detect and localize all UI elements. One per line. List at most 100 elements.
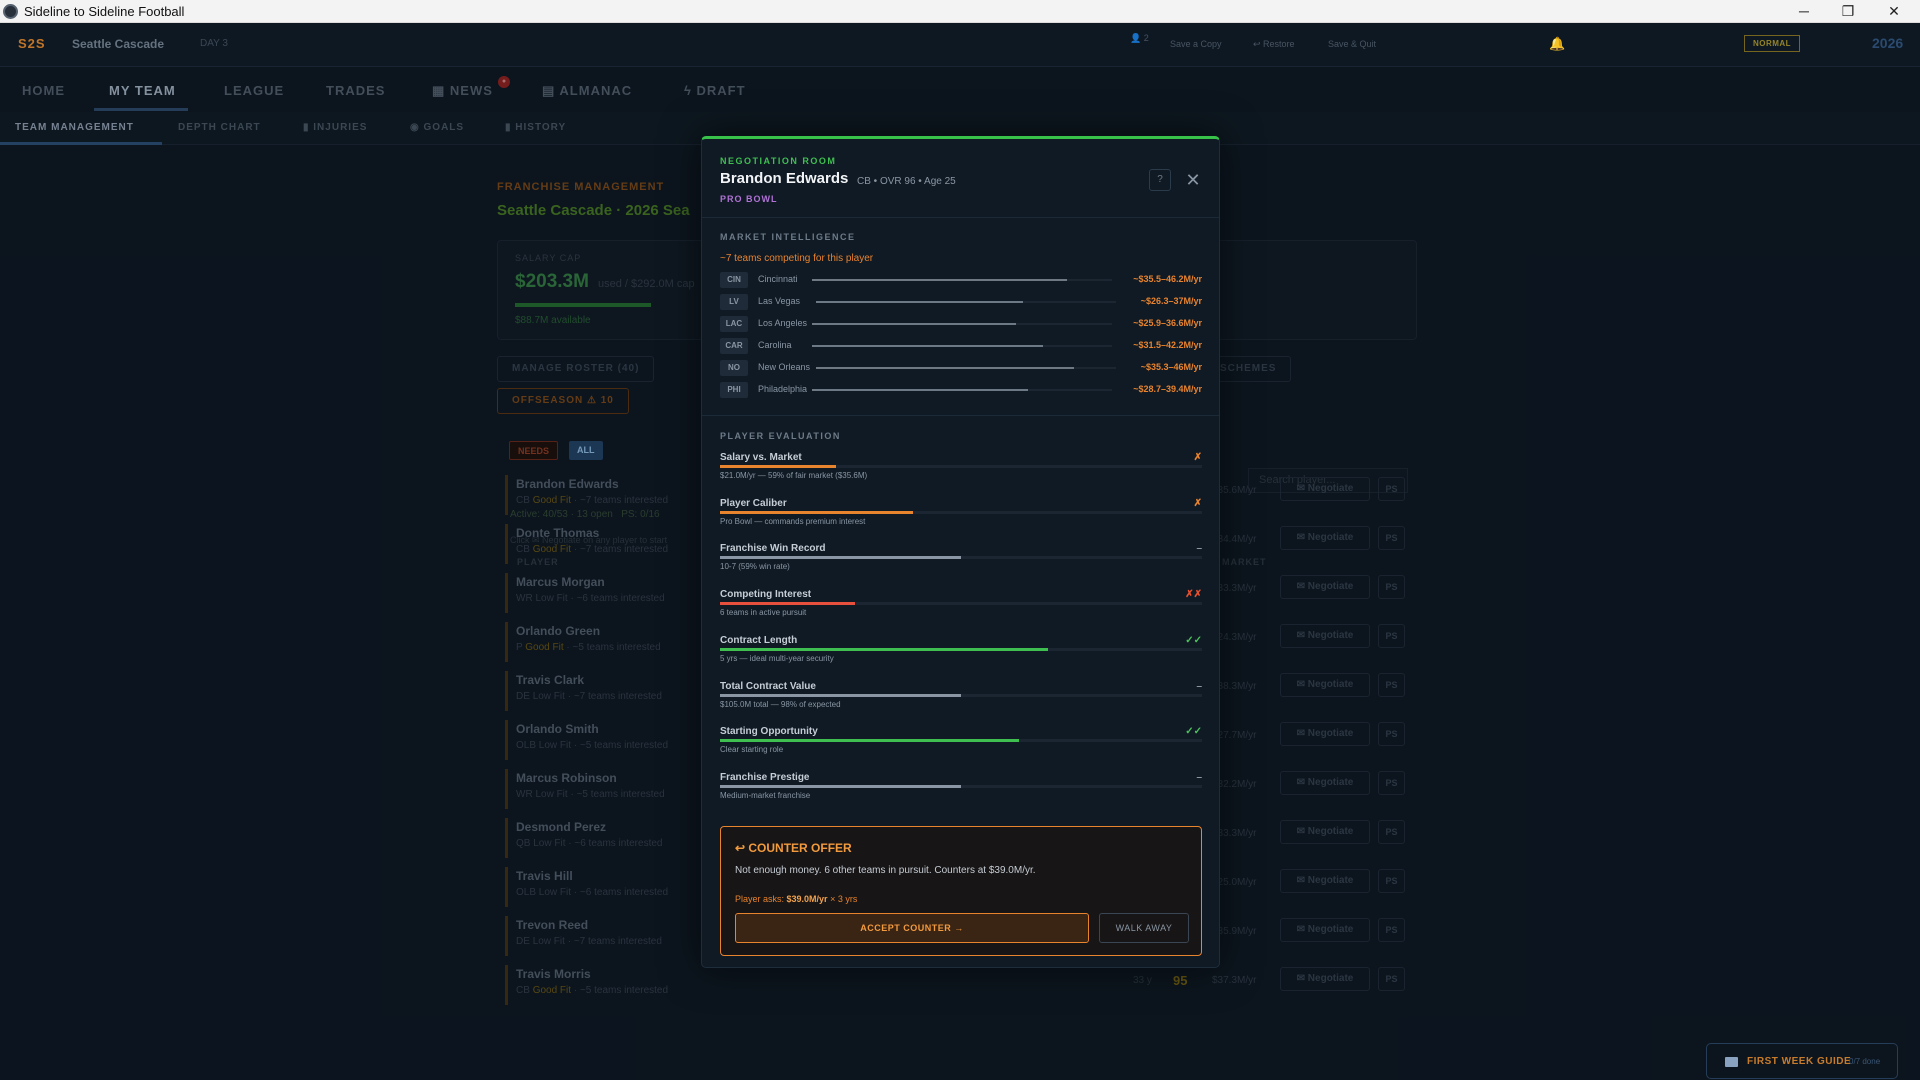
evaluation-mark: ✓✓ xyxy=(1185,726,1202,738)
offer-range: ~$31.5–42.2M/yr xyxy=(1133,340,1202,350)
evaluation-row: Competing Interest ✗✗ 6 teams in active pu… xyxy=(720,589,1202,629)
offer-range: ~$26.3–37M/yr xyxy=(1140,296,1202,306)
evaluation-fill xyxy=(720,556,961,560)
team-abbr: CAR xyxy=(720,338,748,354)
evaluation-mark: – xyxy=(1196,543,1202,555)
evaluation-mark: – xyxy=(1196,771,1202,783)
app-icon xyxy=(3,3,18,19)
evaluation-note: 5 yrs — ideal multi-year security xyxy=(720,653,834,663)
interest-track xyxy=(812,323,1112,325)
player-details: CB • OVR 96 • Age 25 xyxy=(857,176,956,187)
evaluation-mark: – xyxy=(1196,680,1202,692)
window-titlebar: Sideline to Sideline Football ─ ❐ ✕ xyxy=(0,0,1920,23)
offer-range: ~$35.3–46M/yr xyxy=(1140,362,1202,372)
counter-offer-text: Not enough money. 6 other teams in pursu… xyxy=(735,865,1036,876)
evaluation-track xyxy=(720,739,1202,743)
evaluation-label: Franchise Win Record xyxy=(720,543,826,555)
evaluation-track xyxy=(720,647,1202,651)
interest-fill xyxy=(812,323,1016,325)
interest-track xyxy=(812,279,1112,281)
team-interest-row: CIN Cincinnati ~$35.5–46.2M/yr xyxy=(720,272,1202,288)
team-city: New Orleans xyxy=(758,362,811,372)
team-city: Carolina xyxy=(758,340,792,350)
team-interest-row: LAC Los Angeles ~$25.9–36.6M/yr xyxy=(720,316,1202,332)
evaluation-row: Contract Length ✓✓ 5 yrs — ideal multi-yea… xyxy=(720,635,1202,675)
evaluation-note: 10-7 (59% win rate) xyxy=(720,562,790,572)
walk-away-button[interactable]: WALK AWAY xyxy=(1099,913,1189,943)
minimize-button[interactable]: ─ xyxy=(1782,0,1826,22)
evaluation-fill xyxy=(720,510,913,514)
evaluation-note: Clear starting role xyxy=(720,745,784,755)
ask-prefix: Player asks: xyxy=(735,894,787,904)
evaluation-fill xyxy=(720,693,961,697)
evaluation-row: Player Caliber ✗ Pro Bowl — commands premi… xyxy=(720,498,1202,538)
close-icon[interactable]: ✕ xyxy=(1182,169,1204,191)
divider xyxy=(702,217,1219,218)
evaluation-label: Competing Interest xyxy=(720,589,812,601)
evaluation-track xyxy=(720,602,1202,606)
team-abbr: LV xyxy=(720,294,748,310)
team-abbr: NO xyxy=(720,360,748,376)
interest-fill xyxy=(812,389,1028,391)
counter-offer-panel: ↩ COUNTER OFFER Not enough money. 6 othe… xyxy=(720,826,1202,956)
evaluation-mark: ✓✓ xyxy=(1185,634,1202,646)
interest-fill xyxy=(812,345,1043,347)
ask-value: $39.0M/yr xyxy=(786,894,828,904)
evaluation-track xyxy=(720,693,1202,697)
player-ask: Player asks: $39.0M/yr × 3 yrs xyxy=(735,894,857,904)
evaluation-mark: ✗✗ xyxy=(1185,589,1202,601)
evaluation-note: Pro Bowl — commands premium interest xyxy=(720,516,866,526)
pro-bowl-badge: PRO BOWL xyxy=(720,194,778,204)
interest-track xyxy=(816,301,1116,303)
team-interest-row: LV Las Vegas ~$26.3–37M/yr xyxy=(720,294,1202,310)
maximize-button[interactable]: ❐ xyxy=(1826,0,1870,22)
team-city: Las Vegas xyxy=(758,296,801,306)
divider xyxy=(702,415,1219,416)
evaluation-track xyxy=(720,784,1202,788)
interest-track xyxy=(816,367,1116,369)
offer-range: ~$25.9–36.6M/yr xyxy=(1133,318,1202,328)
evaluation-fill xyxy=(720,602,855,606)
team-interest-row: PHI Philadelphia ~$28.7–39.4M/yr xyxy=(720,382,1202,398)
evaluation-row: Franchise Win Record – 10-7 (59% win rate) xyxy=(720,543,1202,583)
evaluation-label: Total Contract Value xyxy=(720,680,816,692)
modal-eyebrow: NEGOTIATION ROOM xyxy=(720,156,837,166)
counter-offer-title: ↩ COUNTER OFFER xyxy=(735,841,852,855)
team-city: Cincinnati xyxy=(758,274,798,284)
offer-range: ~$28.7–39.4M/yr xyxy=(1133,384,1202,394)
interest-track xyxy=(812,389,1112,391)
evaluation-fill xyxy=(720,784,961,788)
close-window-button[interactable]: ✕ xyxy=(1872,0,1916,22)
window-title: Sideline to Sideline Football xyxy=(24,3,185,19)
evaluation-track xyxy=(720,556,1202,560)
help-button[interactable]: ? xyxy=(1149,169,1171,191)
interest-fill xyxy=(816,367,1074,369)
interest-fill xyxy=(816,301,1023,303)
evaluation-label: Franchise Prestige xyxy=(720,771,810,783)
evaluation-fill xyxy=(720,739,1019,743)
negotiation-modal: NEGOTIATION ROOM Brandon Edwards CB • OV… xyxy=(701,136,1220,968)
evaluation-label: Player Caliber xyxy=(720,497,787,509)
market-intelligence-title: MARKET INTELLIGENCE xyxy=(720,232,856,242)
evaluation-fill xyxy=(720,647,1048,651)
evaluation-note: Medium-market franchise xyxy=(720,790,811,800)
evaluation-track xyxy=(720,465,1202,468)
team-abbr: PHI xyxy=(720,382,748,398)
team-city: Los Angeles xyxy=(758,318,808,328)
evaluation-note: 6 teams in active pursuit xyxy=(720,608,807,618)
evaluation-note: $21.0M/yr — 59% of fair market ($35.6M) xyxy=(720,471,868,480)
evaluation-label: Contract Length xyxy=(720,634,798,646)
interest-fill xyxy=(812,279,1067,281)
team-interest-row: NO New Orleans ~$35.3–46M/yr xyxy=(720,360,1202,376)
evaluation-row: Salary vs. Market ✗ $21.0M/yr — 59% of fai… xyxy=(720,452,1202,492)
team-abbr: CIN xyxy=(720,272,748,288)
ask-suffix: × 3 yrs xyxy=(827,894,858,904)
offer-range: ~$35.5–46.2M/yr xyxy=(1133,274,1202,284)
team-city: Philadelphia xyxy=(758,384,808,394)
accept-counter-button[interactable]: ACCEPT COUNTER → xyxy=(735,913,1089,943)
player-name: Brandon Edwards xyxy=(720,170,849,187)
team-interest-row: CAR Carolina ~$31.5–42.2M/yr xyxy=(720,338,1202,354)
evaluation-label: Salary vs. Market xyxy=(720,452,802,463)
evaluation-track xyxy=(720,510,1202,514)
player-evaluation-title: PLAYER EVALUATION xyxy=(720,431,841,441)
